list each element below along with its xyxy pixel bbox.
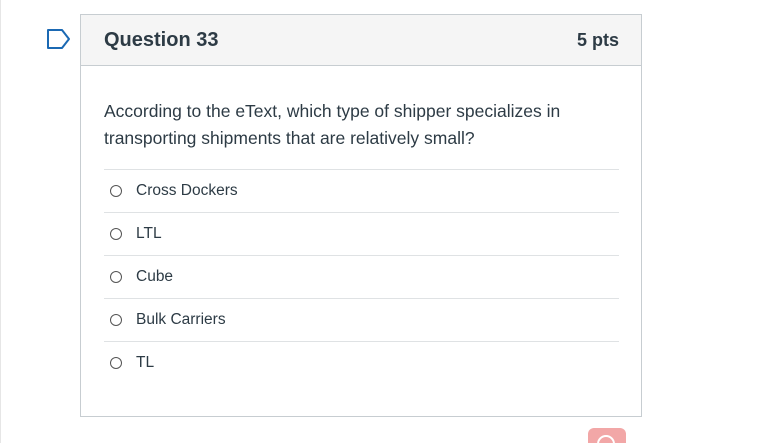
answer-label[interactable]: TL [136, 354, 154, 372]
answer-option[interactable]: LTL [104, 212, 619, 255]
answer-label[interactable]: Bulk Carriers [136, 311, 226, 329]
question-points: 5 pts [576, 29, 619, 50]
radio-circle-icon[interactable] [110, 185, 122, 197]
question-title: Question 33 [104, 28, 219, 51]
left-divider [0, 0, 1, 443]
answer-label[interactable]: Cross Dockers [136, 182, 238, 200]
answer-option[interactable]: Cube [104, 255, 619, 298]
radio-circle-icon[interactable] [110, 357, 122, 369]
answer-label[interactable]: Cube [136, 268, 173, 286]
question-body: According to the eText, which type of sh… [81, 66, 641, 384]
radio-circle-icon[interactable] [110, 314, 122, 326]
answer-option[interactable]: Cross Dockers [104, 169, 619, 212]
question-text: According to the eText, which type of sh… [104, 101, 561, 148]
answer-option[interactable]: TL [104, 341, 619, 384]
chat-bubble-button[interactable] [588, 428, 626, 443]
radio-circle-icon[interactable] [110, 271, 122, 283]
radio-circle-icon[interactable] [110, 228, 122, 240]
question-header: Question 33 5 pts [81, 15, 641, 66]
quiz-page: Question 33 5 pts According to the eText… [0, 0, 759, 443]
answer-label[interactable]: LTL [136, 225, 162, 243]
answer-list: Cross Dockers LTL Cube Bulk Carriers TL [104, 169, 619, 384]
answer-option[interactable]: Bulk Carriers [104, 298, 619, 341]
flag-question-icon[interactable] [47, 29, 71, 49]
chat-bubble-icon [597, 435, 615, 443]
question-card: Question 33 5 pts According to the eText… [80, 14, 642, 417]
